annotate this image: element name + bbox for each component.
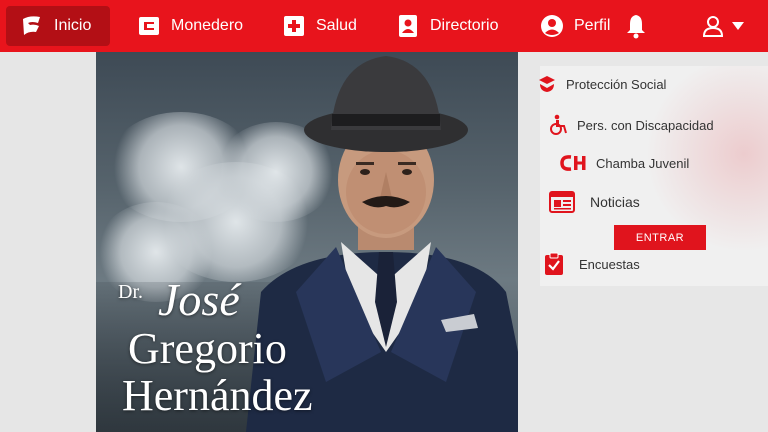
clipboard-check-icon — [543, 252, 565, 275]
nav-monedero[interactable]: Monedero — [137, 6, 243, 46]
top-navbar: Inicio Monedero Salud Directorio Perfil — [0, 0, 768, 52]
newspaper-icon — [548, 191, 576, 213]
poster-title-prefix: Dr. — [118, 281, 143, 303]
menu-item-label: Noticias — [590, 194, 640, 210]
featured-banner[interactable]: Dr. José Gregorio Hernández — [96, 52, 518, 432]
poster-name-line1: José — [158, 274, 240, 325]
user-icon — [701, 14, 725, 38]
wheelchair-icon — [547, 114, 569, 136]
poster-name-line3: Hernández — [122, 371, 313, 420]
menu-item-noticias[interactable]: Noticias — [548, 191, 640, 213]
contact-book-icon — [396, 14, 420, 38]
user-menu-button[interactable] — [701, 6, 745, 46]
menu-item-proteccion-social[interactable]: Protección Social — [536, 73, 666, 95]
social-protection-icon — [536, 73, 558, 95]
notifications-button[interactable] — [624, 6, 648, 46]
wallet-icon — [137, 14, 161, 38]
menu-item-label: Pers. con Discapacidad — [577, 117, 714, 133]
nav-directorio[interactable]: Directorio — [396, 6, 498, 46]
nav-inicio-label: Inicio — [54, 17, 92, 34]
menu-item-label: Encuestas — [579, 256, 640, 272]
profile-icon — [540, 14, 564, 38]
menu-item-label: Protección Social — [566, 76, 667, 92]
caret-down-icon — [731, 14, 745, 38]
bell-icon — [624, 14, 648, 39]
nav-salud-label: Salud — [316, 17, 357, 34]
nav-monedero-label: Monedero — [171, 17, 244, 34]
nav-salud[interactable]: Salud — [282, 6, 357, 46]
menu-item-discapacidad[interactable]: Pers. con Discapacidad — [547, 114, 714, 136]
nav-perfil[interactable]: Perfil — [540, 6, 610, 46]
ch-logo-icon — [560, 152, 588, 174]
nav-directorio-label: Directorio — [430, 17, 499, 34]
left-gutter — [0, 52, 96, 432]
health-cross-icon — [282, 14, 306, 38]
nav-inicio[interactable]: Inicio — [6, 6, 110, 46]
menu-item-encuestas[interactable]: Encuestas — [543, 252, 640, 275]
menu-item-chamba-juvenil[interactable]: Chamba Juvenil — [560, 152, 689, 174]
menu-item-label: Chamba Juvenil — [596, 155, 690, 171]
poster-name-line2: Gregorio — [128, 324, 287, 373]
entrar-button[interactable]: ENTRAR — [614, 225, 706, 250]
nav-perfil-label: Perfil — [574, 17, 611, 34]
patria-logo-icon — [20, 14, 44, 38]
